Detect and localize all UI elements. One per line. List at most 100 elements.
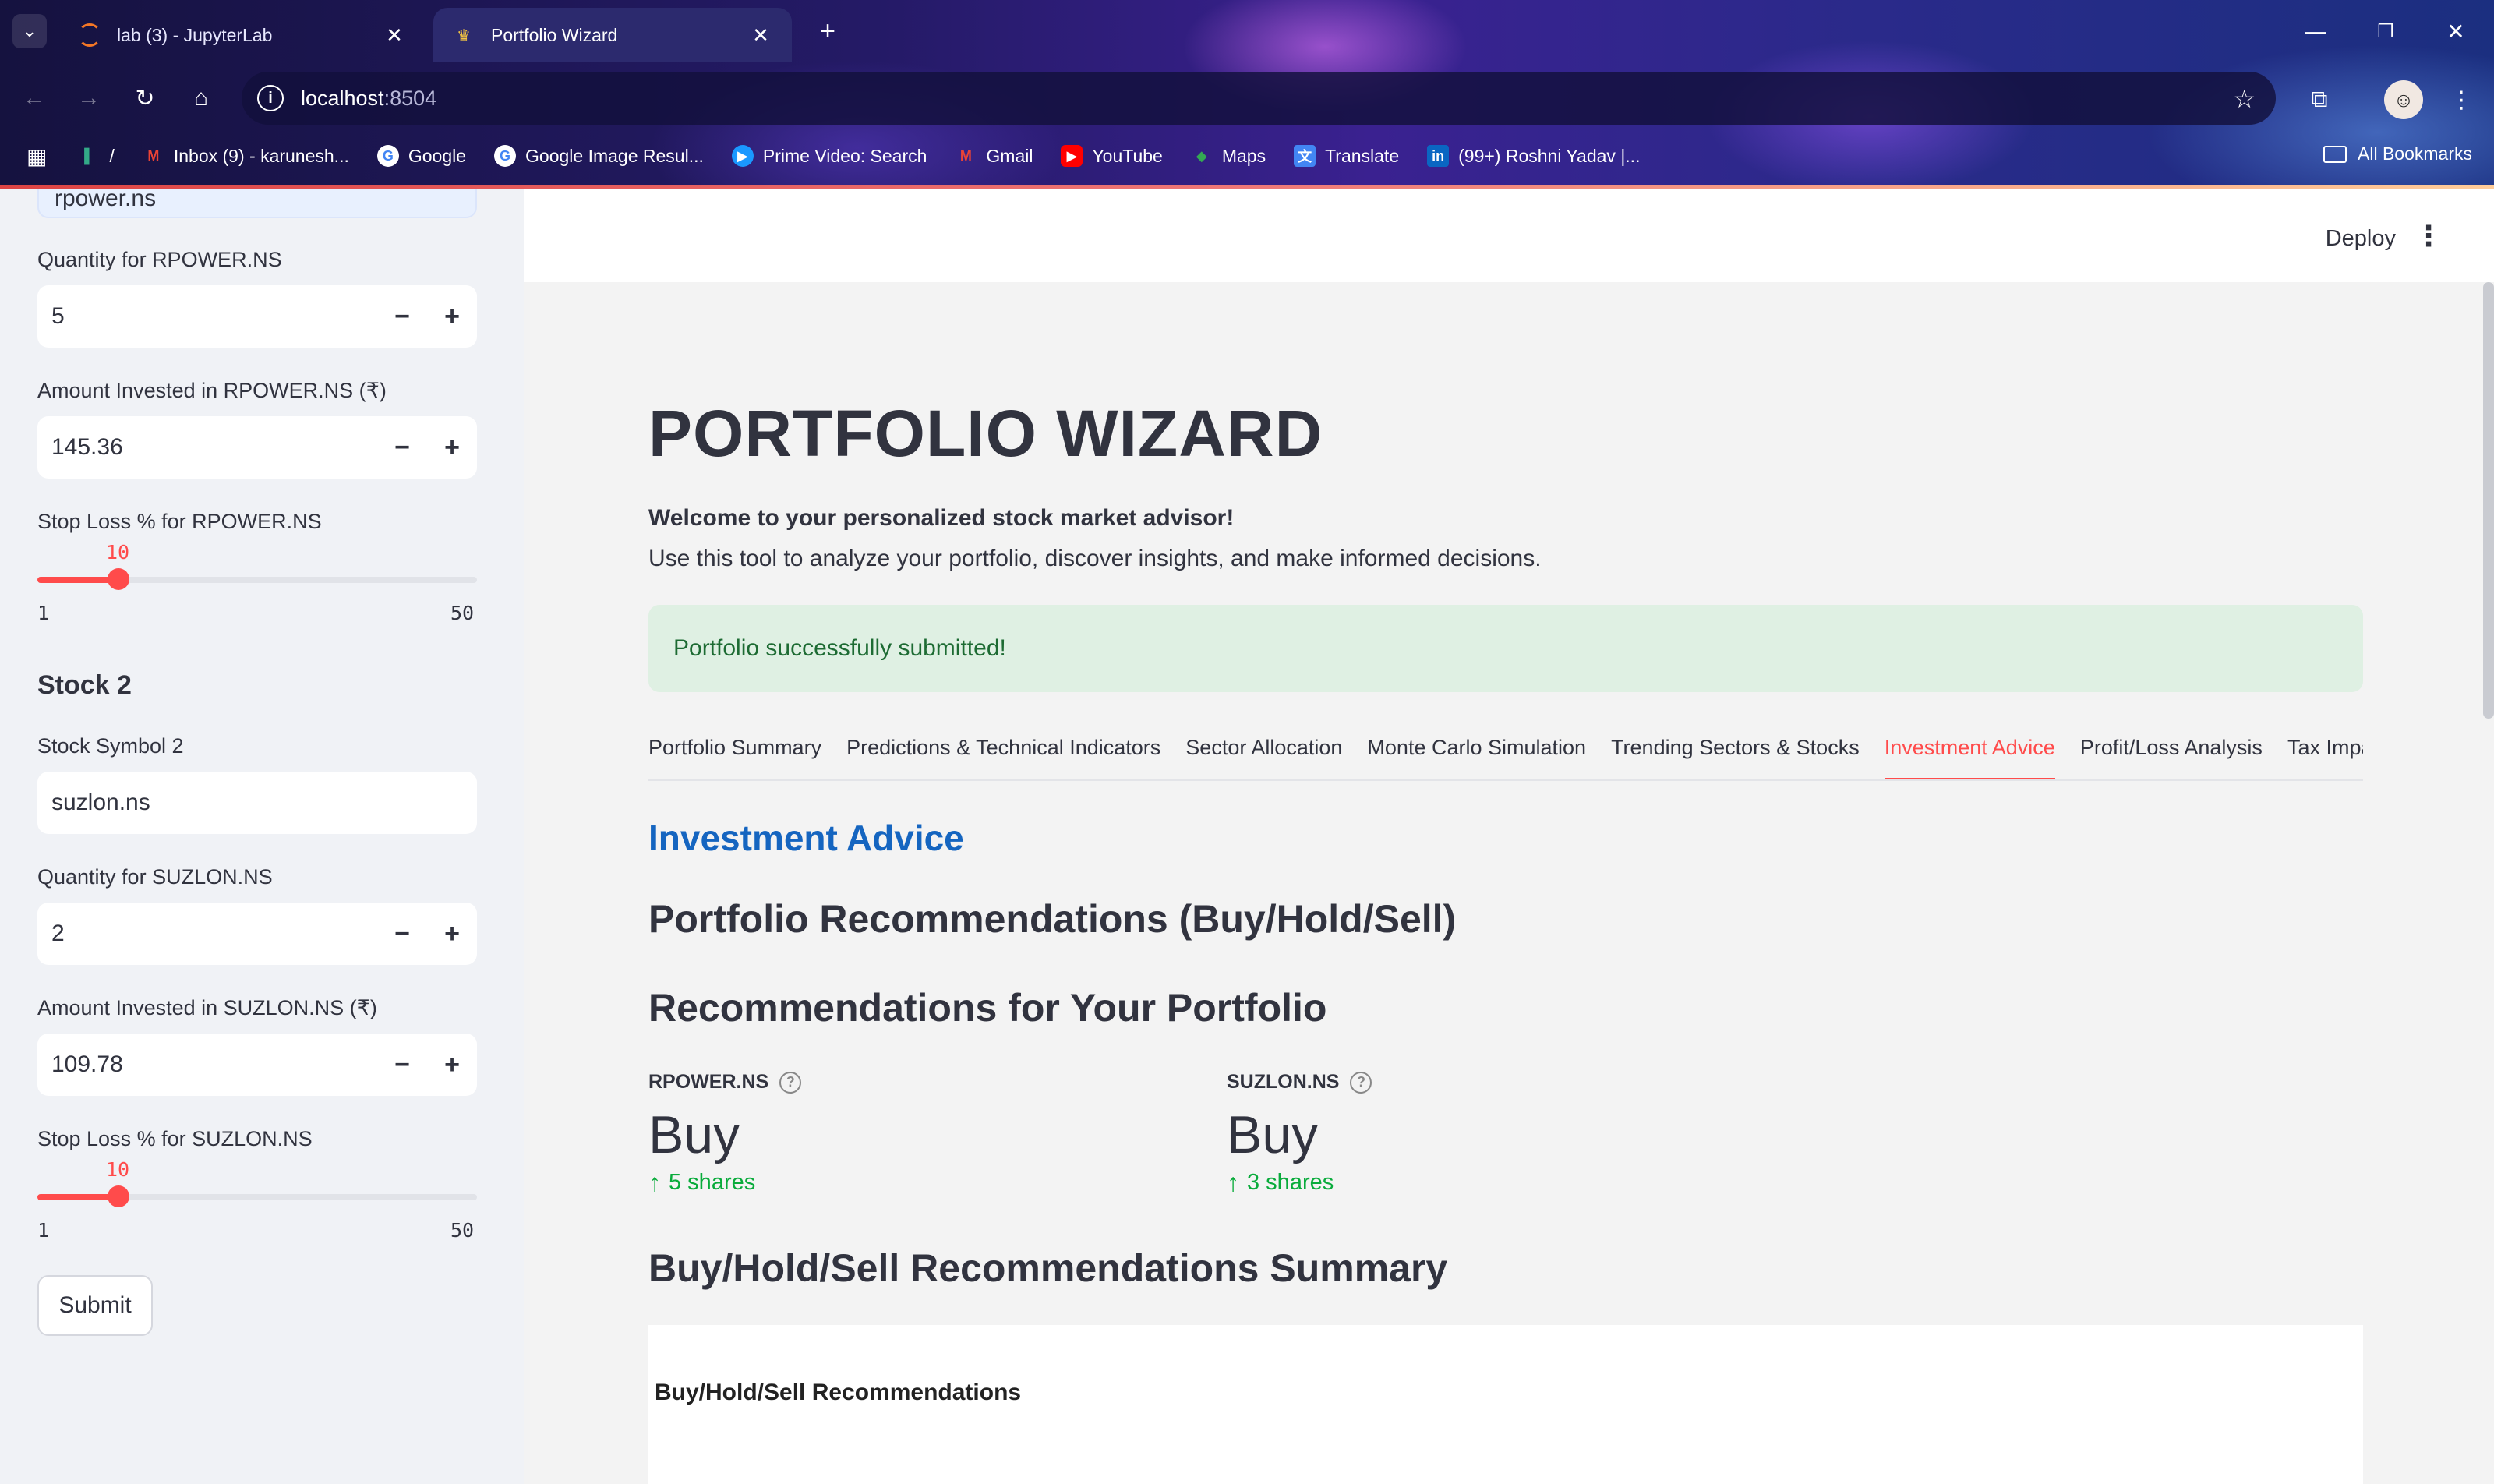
arrow-up-icon: ↑ — [648, 1168, 661, 1196]
tab-predictions[interactable]: Predictions & Technical Indicators — [846, 736, 1160, 779]
back-icon[interactable]: ← — [14, 78, 55, 118]
address-bar[interactable]: i localhost:8504 ☆ — [242, 72, 2276, 125]
bookmark-item[interactable]: in (99+) Roshni Yadav |... — [1427, 145, 1640, 167]
tab-bar: Portfolio Summary Predictions & Technica… — [648, 736, 2363, 781]
tab-monte-carlo[interactable]: Monte Carlo Simulation — [1367, 736, 1586, 779]
stoploss-1-slider[interactable] — [37, 568, 477, 590]
tab-tax-impact[interactable]: Tax Impact — [2287, 736, 2363, 779]
bookmark-item[interactable]: 文 Translate — [1294, 145, 1399, 167]
decrement-icon[interactable]: − — [377, 416, 427, 479]
metric-value: Buy — [1227, 1105, 1319, 1164]
bookmark-item[interactable]: ▶ Prime Video: Search — [731, 145, 927, 167]
amount-2-label: Amount Invested in SUZLON.NS (₹) — [37, 996, 377, 1019]
amount-1-input[interactable]: 145.36 − + — [37, 416, 477, 479]
bookmark-item[interactable]: G Google Image Resul... — [494, 145, 704, 167]
metric-label-row: SUZLON.NS ? — [1227, 1071, 1372, 1094]
browser-tab-portfolio-wizard[interactable]: ♛ Portfolio Wizard ✕ — [433, 8, 792, 62]
stock-symbol-1-input[interactable]: rpower.ns — [37, 189, 477, 218]
tab-strip: ⌄ lab (3) - JupyterLab ✕ ♛ Portfolio Wiz… — [0, 0, 2494, 62]
reload-icon[interactable]: ↻ — [125, 78, 165, 118]
tab-title: lab (3) - JupyterLab — [117, 24, 273, 45]
browser-tab-jupyterlab[interactable]: lab (3) - JupyterLab ✕ — [59, 8, 426, 62]
decrement-icon[interactable]: − — [377, 903, 427, 965]
quantity-2-input[interactable]: 2 − + — [37, 903, 477, 965]
restore-icon[interactable]: ❐ — [2351, 11, 2421, 51]
all-bookmarks[interactable]: All Bookmarks — [2323, 143, 2472, 164]
bookmark-item[interactable]: M Gmail — [955, 145, 1033, 167]
increment-icon[interactable]: + — [427, 1034, 477, 1096]
increment-icon[interactable]: + — [427, 285, 477, 348]
increment-icon[interactable]: + — [427, 416, 477, 479]
profile-avatar[interactable]: ☺ — [2382, 78, 2425, 122]
summary-heading: Buy/Hold/Sell Recommendations Summary — [648, 1246, 1448, 1290]
bookmark-item[interactable]: ▌ / — [78, 145, 115, 167]
input-value: 2 — [51, 920, 65, 946]
minimize-icon[interactable]: — — [2280, 11, 2351, 51]
slider-thumb[interactable] — [107, 568, 129, 590]
slider-max-label: 50 — [450, 602, 475, 624]
deploy-button[interactable]: Deploy — [2326, 226, 2396, 252]
quantity-1-label: Quantity for RPOWER.NS — [37, 248, 282, 271]
extensions-icon[interactable]: ⧉ — [2298, 78, 2341, 122]
increment-icon[interactable]: + — [427, 903, 477, 965]
intro-text: Use this tool to analyze your portfolio,… — [648, 546, 1542, 571]
bookmark-item[interactable]: ◆ Maps — [1191, 145, 1266, 167]
submit-button[interactable]: Submit — [37, 1275, 153, 1336]
bookmark-label: Google — [408, 145, 467, 166]
bookmark-label: Prime Video: Search — [762, 145, 927, 166]
folder-icon — [2323, 145, 2347, 163]
browser-menu-icon[interactable]: ⋮ — [2439, 78, 2483, 122]
portfolio-recommendations-heading: Recommendations for Your Portfolio — [648, 986, 1327, 1030]
stock-2-heading: Stock 2 — [37, 670, 132, 700]
close-window-icon[interactable]: ✕ — [2421, 11, 2491, 51]
metric-delta: ↑ 5 shares — [648, 1168, 801, 1197]
bookmark-item[interactable]: M Inbox (9) - karunesh... — [143, 145, 349, 167]
tab-profit-loss[interactable]: Profit/Loss Analysis — [2080, 736, 2263, 779]
success-alert: Portfolio successfully submitted! — [648, 605, 2363, 692]
help-icon[interactable]: ? — [779, 1071, 802, 1094]
close-tab-icon[interactable]: ✕ — [382, 23, 407, 48]
bookmark-label: Inbox (9) - karunesh... — [173, 145, 349, 166]
bookmark-item[interactable]: ▶ YouTube — [1061, 145, 1163, 167]
amount-1-label: Amount Invested in RPOWER.NS (₹) — [37, 379, 387, 402]
app-menu-icon[interactable]: ⋮ — [2415, 220, 2443, 253]
metric-value: Buy — [648, 1105, 740, 1164]
tab-search-icon[interactable]: ⌄ — [12, 14, 47, 48]
site-info-icon[interactable]: i — [257, 85, 284, 111]
youtube-icon: ▶ — [1061, 145, 1083, 167]
bookmark-label: / — [109, 145, 115, 166]
stock-symbol-2-input[interactable]: suzlon.ns — [37, 772, 477, 834]
decrement-icon[interactable]: − — [377, 285, 427, 348]
apps-grid-icon[interactable]: ▦ — [26, 143, 47, 169]
tab-investment-advice[interactable]: Investment Advice — [1884, 736, 2055, 779]
welcome-text: Welcome to your personalized stock marke… — [648, 505, 1235, 531]
close-tab-icon[interactable]: ✕ — [748, 23, 773, 48]
quantity-1-input[interactable]: 5 − + — [37, 285, 477, 348]
recommendations-chart: Buy/Hold/Sell Recommendations — [648, 1325, 2363, 1484]
delta-text: 3 shares — [1247, 1170, 1334, 1195]
page-title: PORTFOLIO WIZARD — [648, 397, 1323, 470]
maps-icon: ◆ — [1196, 147, 1207, 164]
bookmarks-bar: ▦ ▌ / M Inbox (9) - karunesh... G Google GG… — [0, 132, 2494, 179]
arrow-up-icon: ↑ — [1227, 1168, 1239, 1196]
tab-portfolio-summary[interactable]: Portfolio Summary — [648, 736, 821, 779]
recommendations-heading: Portfolio Recommendations (Buy/Hold/Sell… — [648, 897, 1457, 941]
slider-thumb[interactable] — [107, 1185, 129, 1207]
input-value: 145.36 — [51, 434, 123, 460]
bookmark-star-icon[interactable]: ☆ — [2233, 84, 2256, 114]
decrement-icon[interactable]: − — [377, 1034, 427, 1096]
stoploss-2-slider[interactable] — [37, 1185, 477, 1207]
bookmark-item[interactable]: G Google — [376, 145, 467, 167]
metric-label: SUZLON.NS — [1227, 1071, 1340, 1093]
metric-suzlon: SUZLON.NS ? Buy ↑ 3 shares — [1227, 1071, 1372, 1197]
forward-icon[interactable]: → — [69, 78, 109, 118]
new-tab-icon[interactable]: + — [811, 14, 845, 48]
tab-sector-allocation[interactable]: Sector Allocation — [1185, 736, 1342, 779]
help-icon[interactable]: ? — [1350, 1071, 1372, 1094]
crown-icon: ♛ — [457, 26, 471, 44]
amount-2-input[interactable]: 109.78 − + — [37, 1034, 477, 1096]
tab-trending[interactable]: Trending Sectors & Stocks — [1611, 736, 1860, 779]
browser-chrome: ⌄ lab (3) - JupyterLab ✕ ♛ Portfolio Wiz… — [0, 0, 2494, 189]
scrollbar[interactable] — [2483, 282, 2494, 719]
home-icon[interactable]: ⌂ — [181, 78, 221, 118]
